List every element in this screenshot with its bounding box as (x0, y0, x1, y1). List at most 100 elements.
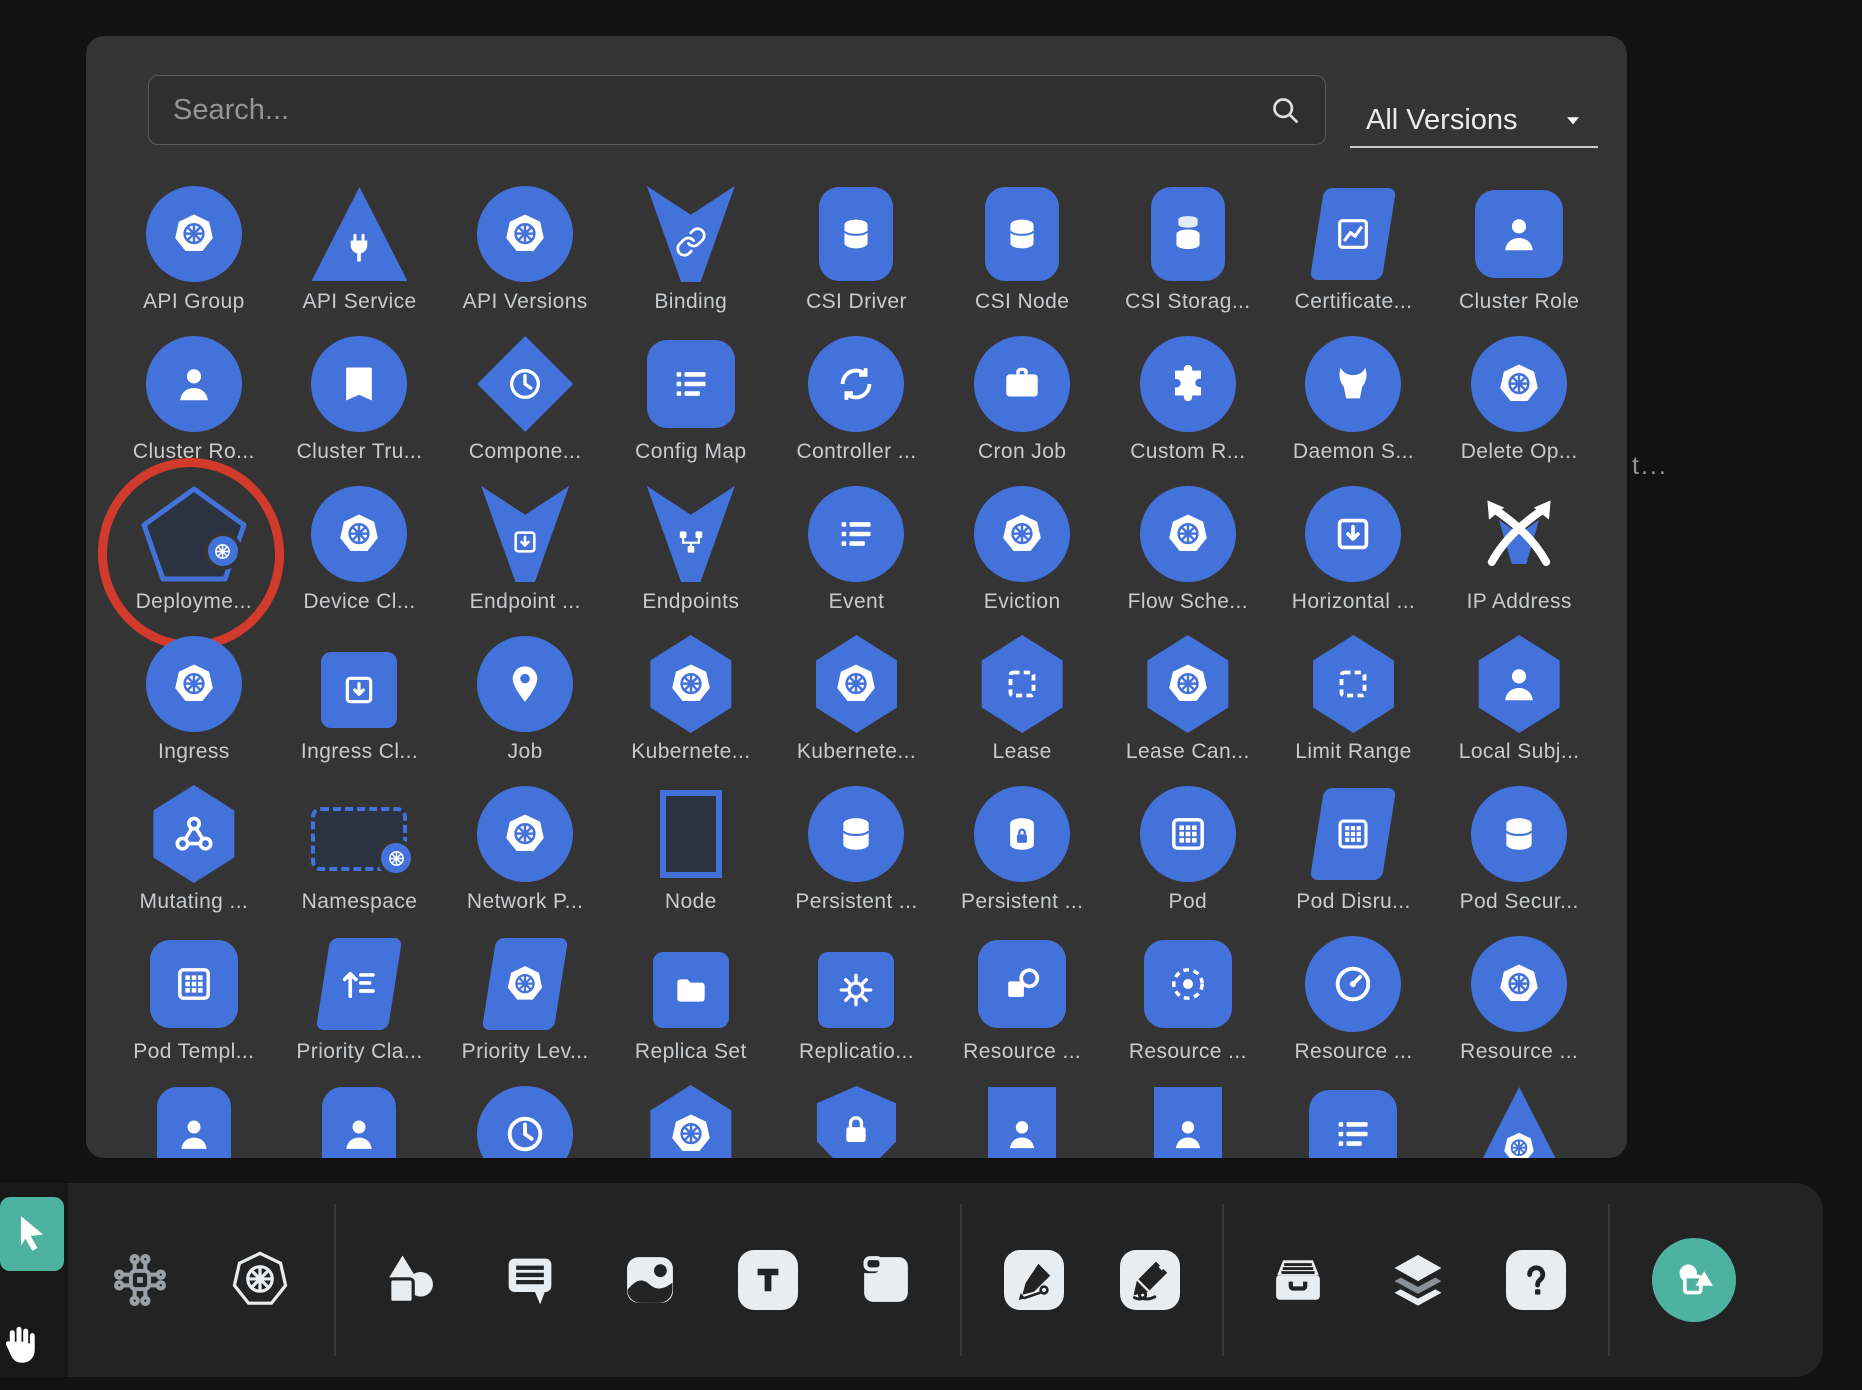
grid-item[interactable]: CSI Driver (774, 184, 940, 334)
shape-library-button[interactable] (1652, 1238, 1736, 1322)
note-tool[interactable] (854, 1248, 918, 1312)
grid-item[interactable]: Namespace (277, 784, 443, 934)
pen-tool[interactable] (1004, 1250, 1064, 1310)
grid-item[interactable] (111, 1084, 277, 1158)
grid-item[interactable]: Persistent ... (939, 784, 1105, 934)
grid-item[interactable]: Daemon S... (1271, 334, 1437, 484)
select-tool[interactable] (0, 1197, 64, 1271)
grid-item[interactable]: Ingress (111, 634, 277, 784)
person-icon (146, 336, 242, 432)
grid-item[interactable]: Limit Range (1271, 634, 1437, 784)
dblock-icon (974, 786, 1070, 882)
grid-item[interactable] (774, 1084, 940, 1158)
version-filter-select[interactable]: All Versions (1350, 94, 1598, 148)
grid-item[interactable]: Ingress Cl... (277, 634, 443, 784)
grid-item[interactable]: Binding (608, 184, 774, 334)
grid-item-label: Persistent ... (795, 890, 917, 914)
grid-item[interactable]: Resource ... (1105, 934, 1271, 1084)
grid-item[interactable] (1105, 1084, 1271, 1158)
grid-item[interactable]: Horizontal ... (1271, 484, 1437, 634)
grid-item[interactable]: Cluster Tru... (277, 334, 443, 484)
box-icon (1307, 635, 1399, 733)
grid-item[interactable]: Flow Sche... (1105, 484, 1271, 634)
shapes-tool[interactable] (378, 1248, 442, 1312)
grid-item[interactable]: Cluster Ro... (111, 334, 277, 484)
grid-item[interactable]: Device Cl... (277, 484, 443, 634)
grid-item-label: Flow Sche... (1128, 590, 1248, 614)
grid-item[interactable]: Lease (939, 634, 1105, 784)
grid-item[interactable]: Replicatio... (774, 934, 940, 1084)
grid-item[interactable]: Resource ... (1271, 934, 1437, 1084)
layers-icon (1386, 1248, 1450, 1312)
grid-item[interactable]: Priority Lev... (442, 934, 608, 1084)
grid-item[interactable]: Pod Templ... (111, 934, 277, 1084)
grid-item-label: Priority Lev... (462, 1040, 589, 1064)
grid-item[interactable]: Endpoints (608, 484, 774, 634)
grid-item[interactable]: Pod (1105, 784, 1271, 934)
person-icon (1473, 635, 1565, 733)
grid-item[interactable]: Pod Disru... (1271, 784, 1437, 934)
pan-tool[interactable] (0, 1319, 44, 1373)
grid-item[interactable]: Event (774, 484, 940, 634)
grid-item-label: Binding (654, 290, 727, 314)
grid-item[interactable]: Mutating ... (111, 784, 277, 934)
canvas-text-fragment: t... (1632, 452, 1668, 481)
grid-item[interactable]: Priority Cla... (277, 934, 443, 1084)
grid-item[interactable]: Pod Secur... (1436, 784, 1602, 934)
pin-icon (477, 636, 573, 732)
text-tool[interactable] (738, 1250, 798, 1310)
grid-item[interactable]: Custom R... (1105, 334, 1271, 484)
grid-item[interactable]: Persistent ... (774, 784, 940, 934)
infrastructure-library-tool[interactable] (108, 1248, 172, 1312)
grid-item[interactable]: CSI Storag... (1105, 184, 1271, 334)
lock-icon (813, 1086, 899, 1158)
grid-item[interactable]: Certificate... (1271, 184, 1437, 334)
grid-item[interactable]: Config Map (608, 334, 774, 484)
grid-item[interactable]: Eviction (939, 484, 1105, 634)
grid-item[interactable]: Controller ... (774, 334, 940, 484)
pencil-tool[interactable] (1120, 1250, 1180, 1310)
grid-item[interactable]: Network P... (442, 784, 608, 934)
grid-item[interactable]: CSI Node (939, 184, 1105, 334)
toolbar-group (378, 1248, 918, 1312)
toolbar-divider (1222, 1204, 1224, 1356)
grid-item[interactable] (1436, 1084, 1602, 1158)
grid-item[interactable] (608, 1084, 774, 1158)
grid-item-label: Config Map (635, 440, 746, 464)
grid-item[interactable]: API Versions (442, 184, 608, 334)
grid-item[interactable]: Resource ... (1436, 934, 1602, 1084)
grid-item[interactable] (442, 1084, 608, 1158)
grid-item-label: API Group (143, 290, 245, 314)
help-button[interactable] (1506, 1250, 1566, 1310)
grid-item[interactable]: Cluster Role (1436, 184, 1602, 334)
grid-item[interactable]: Local Subj... (1436, 634, 1602, 784)
grid-item[interactable]: Delete Op... (1436, 334, 1602, 484)
k8s-icon (1471, 1087, 1567, 1158)
grid-item[interactable]: Lease Can... (1105, 634, 1271, 784)
grid-item[interactable]: Replica Set (608, 934, 774, 1084)
grid-item[interactable]: API Group (111, 184, 277, 334)
grid-item[interactable]: Deployme... (111, 484, 277, 634)
grid-item[interactable]: Compone... (442, 334, 608, 484)
image-tool[interactable] (618, 1248, 682, 1312)
layers-tool[interactable] (1386, 1248, 1450, 1312)
grid-item[interactable]: Kubernete... (774, 634, 940, 784)
k8s-icon (482, 938, 569, 1030)
grid-item[interactable] (1271, 1084, 1437, 1158)
archive-tool[interactable] (1266, 1248, 1330, 1312)
grid-item[interactable] (277, 1084, 443, 1158)
grid-item-label: Endpoint ... (470, 590, 581, 614)
grid-item[interactable]: Job (442, 634, 608, 784)
grid-item[interactable]: Cron Job (939, 334, 1105, 484)
grid-item[interactable]: Kubernete... (608, 634, 774, 784)
grid-item[interactable]: Node (608, 784, 774, 934)
comment-tool[interactable] (498, 1248, 562, 1312)
search-icon (1267, 92, 1303, 128)
grid-item[interactable]: API Service (277, 184, 443, 334)
grid-item[interactable]: IP Address (1436, 484, 1602, 634)
grid-item[interactable]: Resource ... (939, 934, 1105, 1084)
kubernetes-library-tool[interactable] (228, 1248, 292, 1312)
grid-item[interactable]: Endpoint ... (442, 484, 608, 634)
grid-item[interactable] (939, 1084, 1105, 1158)
search-input[interactable] (149, 94, 1267, 127)
